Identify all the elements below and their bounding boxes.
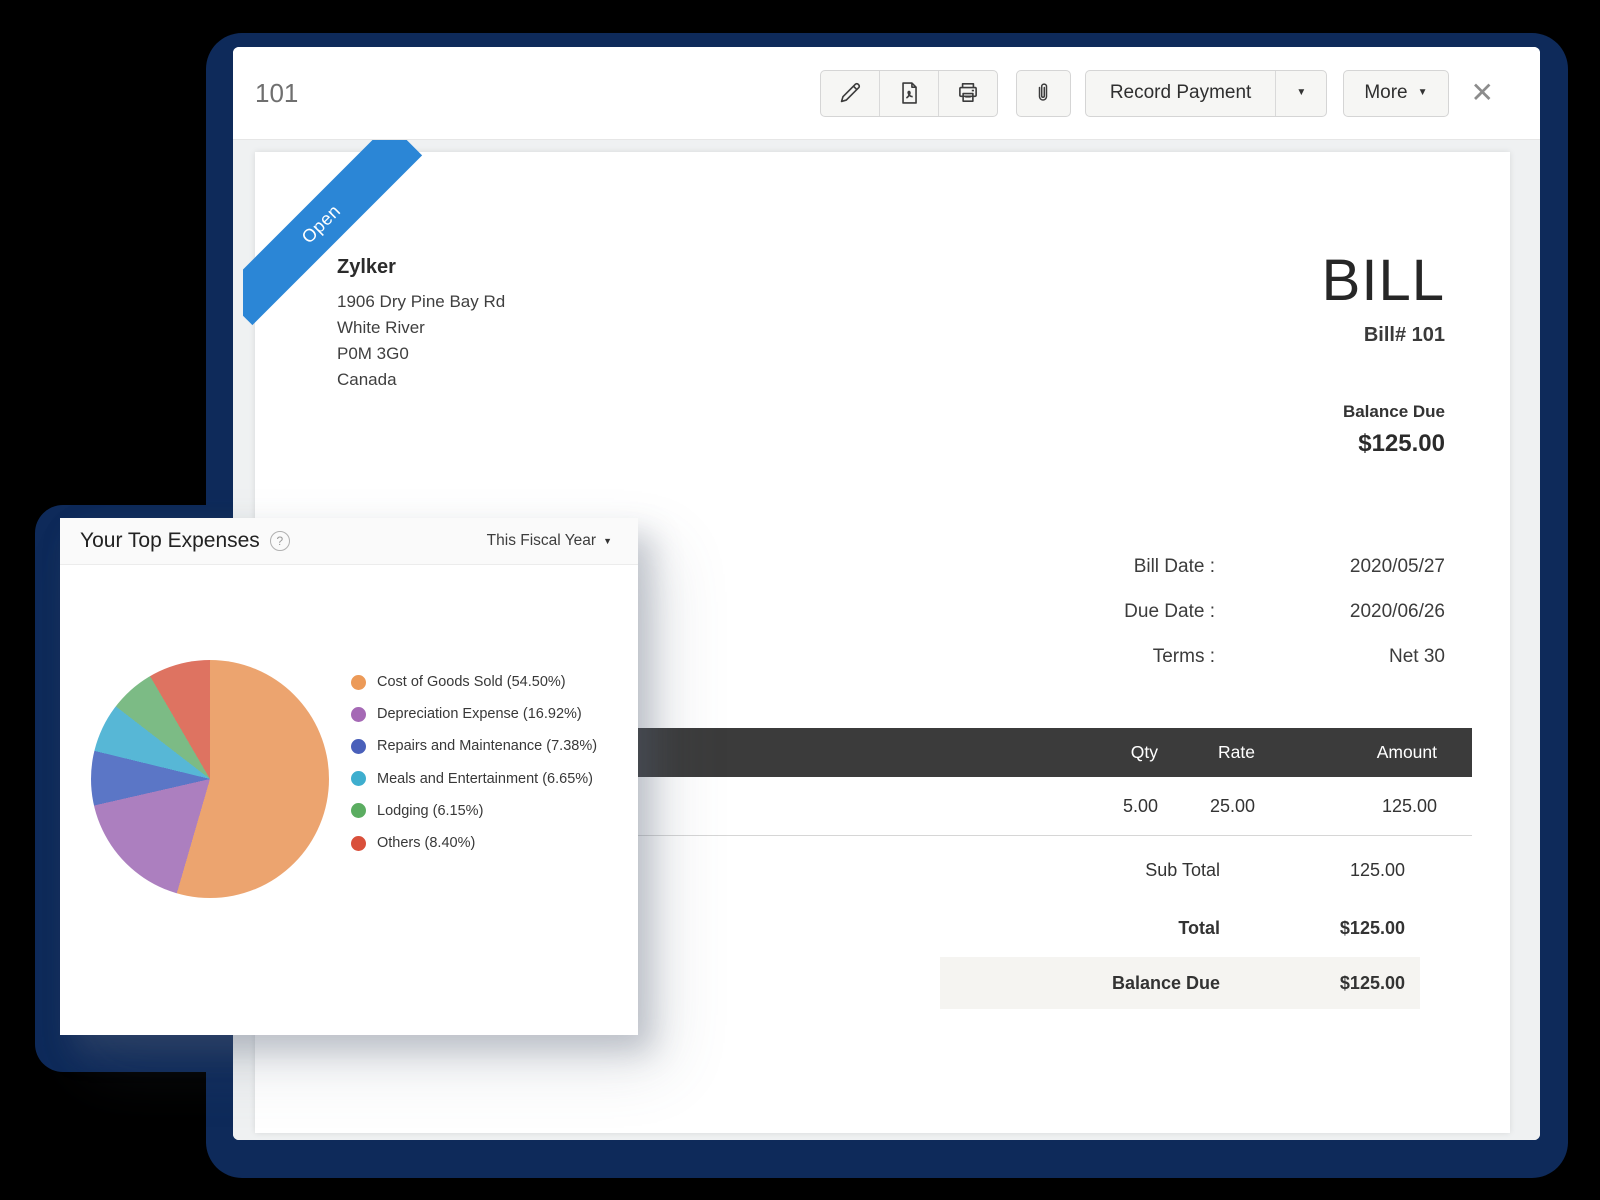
- vendor-address-line: 1906 Dry Pine Bay Rd: [337, 289, 505, 315]
- total-value: $125.00: [1220, 918, 1420, 939]
- balance-due-label: Balance Due: [1343, 402, 1445, 422]
- vendor-address-line: Canada: [337, 367, 505, 393]
- top-expenses-card: Your Top Expenses ? This Fiscal Year ▼ C…: [60, 518, 638, 1035]
- legend-item: Meals and Entertainment (6.65%): [351, 763, 597, 795]
- print-button[interactable]: [939, 71, 997, 116]
- legend-color-dot: [351, 803, 366, 818]
- legend-label: Lodging (6.15%): [377, 803, 483, 819]
- legend-item: Depreciation Expense (16.92%): [351, 698, 597, 730]
- cell-rate: 25.00: [1165, 777, 1255, 835]
- legend-item: Lodging (6.15%): [351, 795, 597, 827]
- chevron-down-icon: ▼: [1418, 88, 1428, 98]
- subtotal-value: 125.00: [1220, 860, 1420, 881]
- legend-label: Repairs and Maintenance (7.38%): [377, 738, 597, 754]
- legend-color-dot: [351, 771, 366, 786]
- total-label: Total: [940, 918, 1220, 939]
- legend-item: Cost of Goods Sold (54.50%): [351, 666, 597, 698]
- attachments-button[interactable]: [1016, 70, 1071, 117]
- vendor-address-line: White River: [337, 315, 505, 341]
- column-header-rate: Rate: [1165, 728, 1255, 777]
- legend-color-dot: [351, 739, 366, 754]
- toolbar: 101: [233, 47, 1540, 140]
- export-pdf-button[interactable]: [880, 71, 939, 116]
- period-selector-value: This Fiscal Year: [487, 532, 596, 550]
- column-header-qty: Qty: [1038, 728, 1158, 777]
- record-payment-dropdown[interactable]: ▼: [1275, 71, 1326, 116]
- toolbar-actions: Record Payment ▼ More ▼ ✕: [820, 70, 1496, 117]
- legend-color-dot: [351, 707, 366, 722]
- meta-row-bill-date: Bill Date : 2020/05/27: [885, 544, 1445, 589]
- legend-label: Depreciation Expense (16.92%): [377, 706, 582, 722]
- vendor-name: Zylker: [337, 256, 505, 279]
- vendor-address-line: P0M 3G0: [337, 341, 505, 367]
- total-row: Total $125.00: [940, 899, 1420, 957]
- legend-item: Repairs and Maintenance (7.38%): [351, 730, 597, 762]
- expenses-title-text: Your Top Expenses: [80, 529, 260, 553]
- document-type-title: BILL: [1322, 252, 1445, 310]
- chevron-down-icon: ▼: [603, 537, 612, 546]
- pencil-icon: [837, 80, 863, 106]
- balance-row-value: $125.00: [1220, 973, 1420, 994]
- document-actions-group: [820, 70, 998, 117]
- meta-label: Bill Date :: [885, 556, 1215, 578]
- totals-section: Sub Total 125.00 Total $125.00 Balance D…: [940, 841, 1420, 1009]
- expenses-pie-chart: [91, 660, 329, 898]
- bill-number: Bill# 101: [1322, 324, 1445, 347]
- bill-meta: Bill Date : 2020/05/27 Due Date : 2020/0…: [885, 544, 1445, 679]
- vendor-address-block: Zylker 1906 Dry Pine Bay Rd White River …: [337, 256, 505, 393]
- meta-label: Terms :: [885, 646, 1215, 668]
- balance-due-block: Balance Due $125.00: [1343, 402, 1445, 458]
- record-payment-split-button: Record Payment ▼: [1085, 70, 1328, 117]
- printer-icon: [955, 80, 981, 106]
- balance-due-row: Balance Due $125.00: [940, 957, 1420, 1009]
- subtotal-label: Sub Total: [940, 860, 1220, 881]
- edit-button[interactable]: [821, 71, 880, 116]
- legend-label: Cost of Goods Sold (54.50%): [377, 674, 566, 690]
- subtotal-row: Sub Total 125.00: [940, 841, 1420, 899]
- record-payment-button[interactable]: Record Payment: [1086, 71, 1276, 116]
- more-button[interactable]: More ▼: [1343, 70, 1448, 117]
- meta-row-terms: Terms : Net 30: [885, 634, 1445, 679]
- expenses-card-title: Your Top Expenses ?: [80, 529, 290, 553]
- legend-item: Others (8.40%): [351, 827, 597, 859]
- pie-legend: Cost of Goods Sold (54.50%) Depreciation …: [351, 666, 597, 859]
- expenses-card-header: Your Top Expenses ? This Fiscal Year ▼: [60, 518, 638, 565]
- paperclip-icon: [1031, 81, 1055, 105]
- column-header-amount: Amount: [1297, 728, 1437, 777]
- legend-label: Meals and Entertainment (6.65%): [377, 771, 593, 787]
- chevron-down-icon: ▼: [1296, 88, 1306, 98]
- document-header: BILL Bill# 101: [1322, 252, 1445, 347]
- record-payment-label: Record Payment: [1110, 82, 1252, 104]
- legend-color-dot: [351, 836, 366, 851]
- cell-qty: 5.00: [1038, 777, 1158, 835]
- balance-row-label: Balance Due: [940, 973, 1220, 994]
- close-icon[interactable]: ✕: [1469, 77, 1496, 109]
- meta-value: 2020/06/26: [1215, 601, 1445, 623]
- period-selector[interactable]: This Fiscal Year ▼: [487, 532, 612, 550]
- legend-color-dot: [351, 675, 366, 690]
- balance-due-value: $125.00: [1343, 430, 1445, 458]
- meta-value: 2020/05/27: [1215, 556, 1445, 578]
- meta-label: Due Date :: [885, 601, 1215, 623]
- cell-amount: 125.00: [1297, 777, 1437, 835]
- meta-value: Net 30: [1215, 646, 1445, 668]
- document-id: 101: [255, 78, 298, 109]
- pdf-file-icon: [896, 80, 922, 106]
- meta-row-due-date: Due Date : 2020/06/26: [885, 589, 1445, 634]
- more-label: More: [1364, 82, 1407, 104]
- help-icon[interactable]: ?: [270, 531, 290, 551]
- legend-label: Others (8.40%): [377, 835, 475, 851]
